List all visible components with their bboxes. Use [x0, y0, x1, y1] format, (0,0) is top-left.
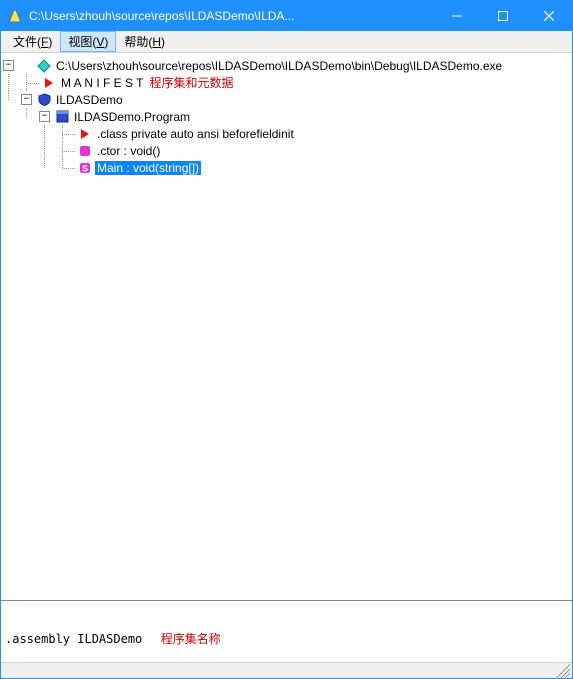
menubar: 文件(F) 视图(V) 帮助(H) [1, 31, 572, 53]
annotation: 程序集和元数据 [149, 74, 233, 91]
expander-icon[interactable]: − [39, 111, 50, 122]
assembly-icon [37, 59, 51, 73]
statusbar [1, 662, 572, 678]
static-method-icon: S [78, 161, 92, 175]
menu-help[interactable]: 帮助(H) [116, 31, 173, 52]
window-title: C:\Users\zhouh\source\repos\ILDASDemo\IL… [29, 9, 434, 23]
tree-label: M A N I F E S T [59, 76, 145, 90]
manifest-icon [42, 76, 56, 90]
expander-icon[interactable]: − [3, 60, 14, 71]
window-buttons [434, 1, 572, 31]
play-icon [78, 127, 92, 141]
app-icon [7, 8, 23, 24]
tree-label: C:\Users\zhouh\source\repos\ILDASDemo\IL… [54, 59, 504, 73]
expander-icon[interactable]: − [21, 94, 32, 105]
tree-label: .class private auto ansi beforefieldinit [95, 127, 296, 141]
menu-view[interactable]: 视图(V) [60, 31, 116, 52]
tree-label-selected: Main : void(string[]) [95, 161, 201, 175]
asm-line: .assembly ILDASDemo [5, 632, 142, 646]
tree-label: ILDASDemo.Program [72, 110, 192, 124]
tree-node-manifest[interactable]: M A N I F E S T 程序集和元数据 [3, 74, 570, 91]
method-icon [78, 144, 92, 158]
tree-node-classdecl[interactable]: .class private auto ansi beforefieldinit [3, 125, 570, 142]
close-button[interactable] [526, 1, 572, 31]
window-root: C:\Users\zhouh\source\repos\ILDASDemo\IL… [0, 0, 573, 679]
tree-label: .ctor : void() [95, 144, 162, 158]
svg-text:S: S [82, 163, 88, 173]
resize-grip-icon[interactable] [556, 664, 570, 678]
maximize-button[interactable] [480, 1, 526, 31]
tree-view[interactable]: − C:\Users\zhouh\source\repos\ILDASDemo\… [1, 53, 572, 600]
titlebar: C:\Users\zhouh\source\repos\ILDASDemo\IL… [1, 1, 572, 31]
shield-icon [37, 93, 51, 107]
annotation: 程序集名称 [161, 632, 221, 646]
info-pane[interactable]: .assembly ILDASDemo 程序集名称 { .ver 1:0:0:0… [1, 600, 572, 662]
tree-node-class[interactable]: − ILDASDemo.Program [3, 108, 570, 125]
tree-node-namespace[interactable]: − ILDASDemo [3, 91, 570, 108]
tree-node-main[interactable]: S Main : void(string[]) [3, 159, 570, 176]
tree-node-root[interactable]: − C:\Users\zhouh\source\repos\ILDASDemo\… [3, 57, 570, 74]
menu-file[interactable]: 文件(F) [5, 31, 60, 52]
tree-label: ILDASDemo [54, 93, 125, 107]
class-icon [55, 110, 69, 124]
tree-node-ctor[interactable]: .ctor : void() [3, 142, 570, 159]
minimize-button[interactable] [434, 1, 480, 31]
